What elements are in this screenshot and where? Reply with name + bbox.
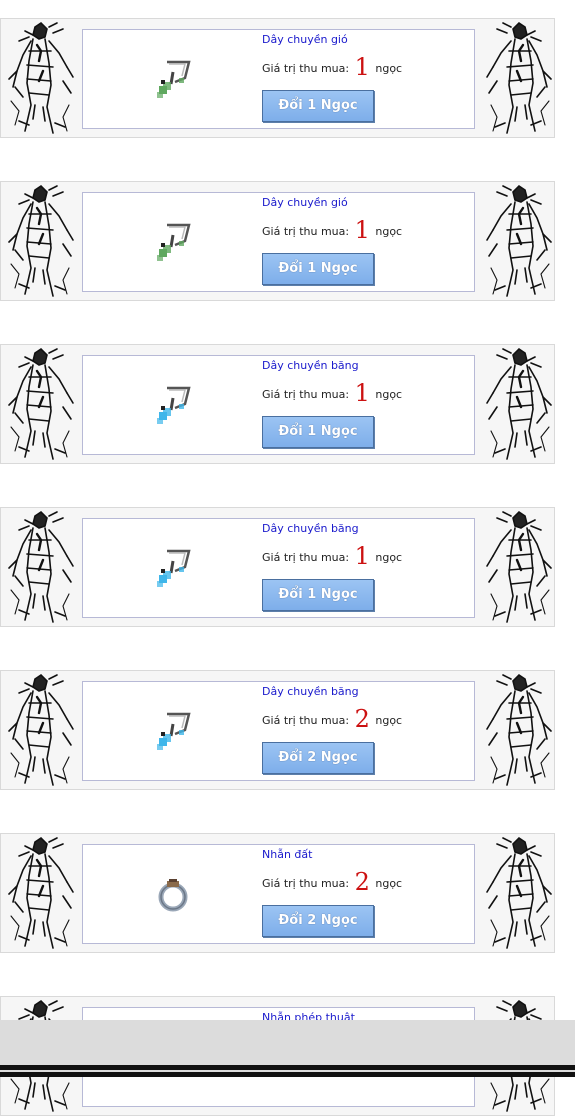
warrior-illustration bbox=[483, 184, 555, 300]
warrior-illustration bbox=[5, 510, 77, 626]
price-label: Giá trị thu mua: bbox=[262, 62, 350, 75]
warrior-illustration bbox=[483, 21, 555, 137]
warrior-illustration bbox=[5, 673, 77, 789]
ice-necklace-icon bbox=[145, 541, 201, 597]
item-panel: Dây chuyền gió Giá trị thu mua: 1 ngọc Đ… bbox=[82, 192, 475, 292]
price-unit: ngọc bbox=[375, 714, 403, 727]
earth-ring-icon bbox=[145, 867, 201, 923]
exchange-card: Dây chuyền gió Giá trị thu mua: 1 ngọc Đ… bbox=[0, 18, 555, 138]
price-value: 1 bbox=[354, 379, 370, 407]
price-unit: ngọc bbox=[375, 388, 403, 401]
warrior-illustration bbox=[483, 347, 555, 463]
ice-necklace-icon bbox=[145, 704, 201, 760]
warrior-illustration bbox=[483, 836, 555, 952]
price-row: Giá trị thu mua: 2 ngọc bbox=[262, 869, 402, 897]
price-value: 1 bbox=[354, 53, 370, 81]
item-panel: Dây chuyền băng Giá trị thu mua: 1 ngọc … bbox=[82, 355, 475, 455]
item-name: Dây chuyền băng bbox=[262, 522, 359, 535]
price-label: Giá trị thu mua: bbox=[262, 551, 350, 564]
exchange-button[interactable]: Đổi 1 Ngọc bbox=[262, 416, 374, 448]
price-unit: ngọc bbox=[375, 225, 403, 238]
warrior-illustration bbox=[5, 347, 77, 463]
price-row: Giá trị thu mua: 1 ngọc bbox=[262, 543, 402, 571]
price-value: 2 bbox=[354, 705, 370, 733]
item-name: Dây chuyền gió bbox=[262, 196, 348, 209]
wind-necklace-icon bbox=[145, 52, 201, 108]
price-label: Giá trị thu mua: bbox=[262, 388, 350, 401]
price-label: Giá trị thu mua: bbox=[262, 225, 350, 238]
item-name: Dây chuyền băng bbox=[262, 359, 359, 372]
exchange-card: Nhẫn đất Giá trị thu mua: 2 ngọc Đổi 2 N… bbox=[0, 833, 555, 953]
exchange-button[interactable]: Đổi 1 Ngọc bbox=[262, 579, 374, 611]
item-panel: Dây chuyền băng Giá trị thu mua: 2 ngọc … bbox=[82, 681, 475, 781]
ice-necklace-icon bbox=[145, 378, 201, 434]
wind-necklace-icon bbox=[145, 215, 201, 271]
warrior-illustration bbox=[5, 184, 77, 300]
price-unit: ngọc bbox=[375, 877, 403, 890]
price-value: 2 bbox=[354, 868, 370, 896]
exchange-button[interactable]: Đổi 2 Ngọc bbox=[262, 905, 374, 937]
price-value: 1 bbox=[354, 542, 370, 570]
price-value: 1 bbox=[354, 216, 370, 244]
bottom-divider bbox=[0, 1065, 575, 1070]
exchange-button[interactable]: Đổi 2 Ngọc bbox=[262, 742, 374, 774]
item-panel: Dây chuyền băng Giá trị thu mua: 1 ngọc … bbox=[82, 518, 475, 618]
item-name: Nhẫn đất bbox=[262, 848, 313, 861]
price-row: Giá trị thu mua: 2 ngọc bbox=[262, 706, 402, 734]
exchange-card: Dây chuyền gió Giá trị thu mua: 1 ngọc Đ… bbox=[0, 181, 555, 301]
price-unit: ngọc bbox=[375, 551, 403, 564]
exchange-button[interactable]: Đổi 1 Ngọc bbox=[262, 253, 374, 285]
warrior-illustration bbox=[483, 510, 555, 626]
warrior-illustration bbox=[5, 836, 77, 952]
exchange-card: Dây chuyền băng Giá trị thu mua: 1 ngọc … bbox=[0, 507, 555, 627]
price-label: Giá trị thu mua: bbox=[262, 714, 350, 727]
exchange-card: Dây chuyền băng Giá trị thu mua: 1 ngọc … bbox=[0, 344, 555, 464]
item-name: Dây chuyền băng bbox=[262, 685, 359, 698]
price-row: Giá trị thu mua: 1 ngọc bbox=[262, 217, 402, 245]
exchange-card: Dây chuyền băng Giá trị thu mua: 2 ngọc … bbox=[0, 670, 555, 790]
price-label: Giá trị thu mua: bbox=[262, 877, 350, 890]
item-name: Dây chuyền gió bbox=[262, 33, 348, 46]
item-panel: Dây chuyền gió Giá trị thu mua: 1 ngọc Đ… bbox=[82, 29, 475, 129]
price-row: Giá trị thu mua: 1 ngọc bbox=[262, 380, 402, 408]
warrior-illustration bbox=[483, 673, 555, 789]
price-unit: ngọc bbox=[375, 62, 403, 75]
exchange-button[interactable]: Đổi 1 Ngọc bbox=[262, 90, 374, 122]
item-panel: Nhẫn đất Giá trị thu mua: 2 ngọc Đổi 2 N… bbox=[82, 844, 475, 944]
price-row: Giá trị thu mua: 1 ngọc bbox=[262, 54, 402, 82]
bottom-divider bbox=[0, 1072, 575, 1077]
warrior-illustration bbox=[5, 21, 77, 137]
